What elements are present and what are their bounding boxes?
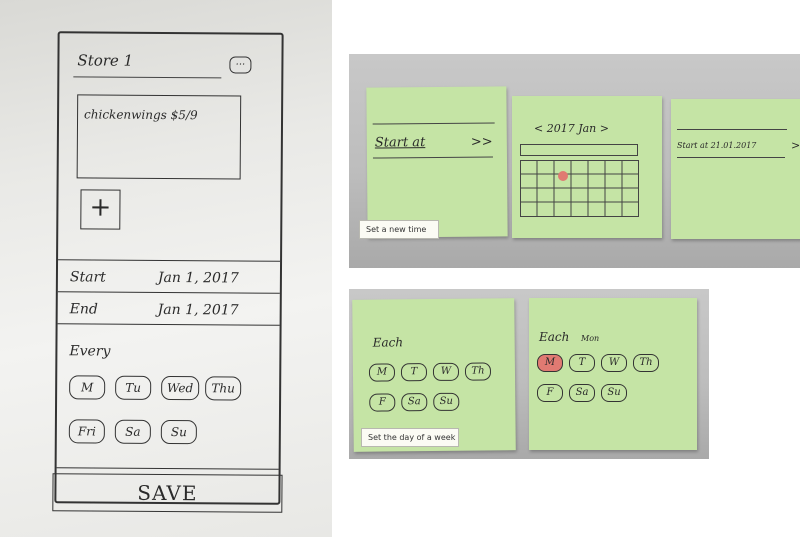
sketch-line: [677, 157, 785, 158]
time-caption: Set a new time: [359, 220, 439, 239]
menu-list-box: chickenwings $5/9: [76, 94, 242, 180]
day-toggle-thursday[interactable]: Thu: [205, 376, 242, 401]
day-toggle-tuesday[interactable]: Tu: [115, 375, 152, 400]
day-toggle-friday[interactable]: Fri: [68, 419, 105, 444]
every-label: Every: [69, 343, 111, 360]
day-pill-thursday[interactable]: Th: [464, 362, 492, 381]
day-pill-wednesday[interactable]: W: [432, 362, 460, 382]
day-pill-saturday[interactable]: Sa: [569, 384, 595, 402]
day-pill-monday[interactable]: M: [368, 363, 396, 382]
sticky-note-result: Start at 21.01.2017 >: [671, 99, 800, 239]
start-date-value[interactable]: Jan 1, 2017: [158, 270, 239, 287]
start-label: Start: [69, 269, 106, 286]
add-item-button[interactable]: +: [80, 189, 121, 230]
day-pill-tuesday[interactable]: T: [569, 354, 595, 372]
next-arrow-icon[interactable]: >>: [471, 135, 493, 150]
sticky-note-start: Start at >>: [366, 86, 508, 238]
day-pill-friday[interactable]: F: [369, 393, 396, 412]
each-label: Each: [372, 335, 404, 350]
time-flow-photo: Start at >> < 2017 Jan > Start at 21.01.…: [349, 54, 800, 268]
chevron-right-icon[interactable]: >: [791, 139, 800, 152]
day-pill-saturday[interactable]: Sa: [401, 393, 428, 412]
sticky-note-calendar: < 2017 Jan >: [512, 96, 662, 238]
divider: [57, 323, 280, 326]
sketch-line: [372, 156, 493, 159]
day-pill-thursday[interactable]: Th: [633, 354, 659, 372]
selected-day-label: Mon: [581, 334, 600, 343]
day-pill-wednesday[interactable]: W: [601, 354, 627, 372]
sketch-line: [677, 129, 787, 130]
each-label: Each: [539, 330, 570, 344]
divider: [57, 291, 280, 294]
divider: [58, 259, 281, 262]
store-title: Store 1: [77, 51, 134, 70]
sticky-note-each-mon: Each Mon M T W Th F Sa Su: [529, 298, 697, 450]
weekday-flow-photo: Each M T W Th F Sa Su Each Mon M T W Th …: [349, 289, 709, 459]
divider: [56, 467, 279, 470]
day-pill-tuesday[interactable]: T: [400, 363, 428, 382]
title-underline: [73, 76, 222, 79]
day-pill-sunday[interactable]: Su: [433, 392, 460, 412]
phone-frame: Store 1 ... chickenwings $5/9 + Start Ja…: [52, 31, 284, 513]
calendar-month-header[interactable]: < 2017 Jan >: [534, 122, 609, 135]
day-toggle-monday[interactable]: M: [69, 375, 106, 400]
calendar-header-bar: [520, 144, 638, 156]
day-pill-friday[interactable]: F: [537, 384, 563, 402]
save-button[interactable]: SAVE: [52, 473, 283, 513]
more-options-button[interactable]: ...: [229, 56, 252, 74]
day-pill-monday-selected[interactable]: M: [537, 354, 563, 372]
weekday-caption: Set the day of a week: [361, 428, 459, 447]
day-toggle-sunday[interactable]: Su: [160, 419, 197, 445]
end-date-value[interactable]: Jan 1, 2017: [158, 302, 239, 319]
day-toggle-saturday[interactable]: Sa: [114, 419, 151, 444]
day-pill-sunday[interactable]: Su: [601, 384, 627, 402]
end-label: End: [69, 301, 98, 318]
sketch-line: [372, 122, 495, 125]
start-at-label: Start at: [374, 135, 426, 151]
paper-sketch-photo: Store 1 ... chickenwings $5/9 + Start Ja…: [0, 0, 332, 537]
day-toggle-wednesday[interactable]: Wed: [161, 375, 200, 401]
calendar-grid-icon[interactable]: [520, 160, 640, 218]
menu-item[interactable]: chickenwings $5/9: [84, 107, 198, 122]
start-at-value: Start at 21.01.2017: [677, 141, 757, 150]
